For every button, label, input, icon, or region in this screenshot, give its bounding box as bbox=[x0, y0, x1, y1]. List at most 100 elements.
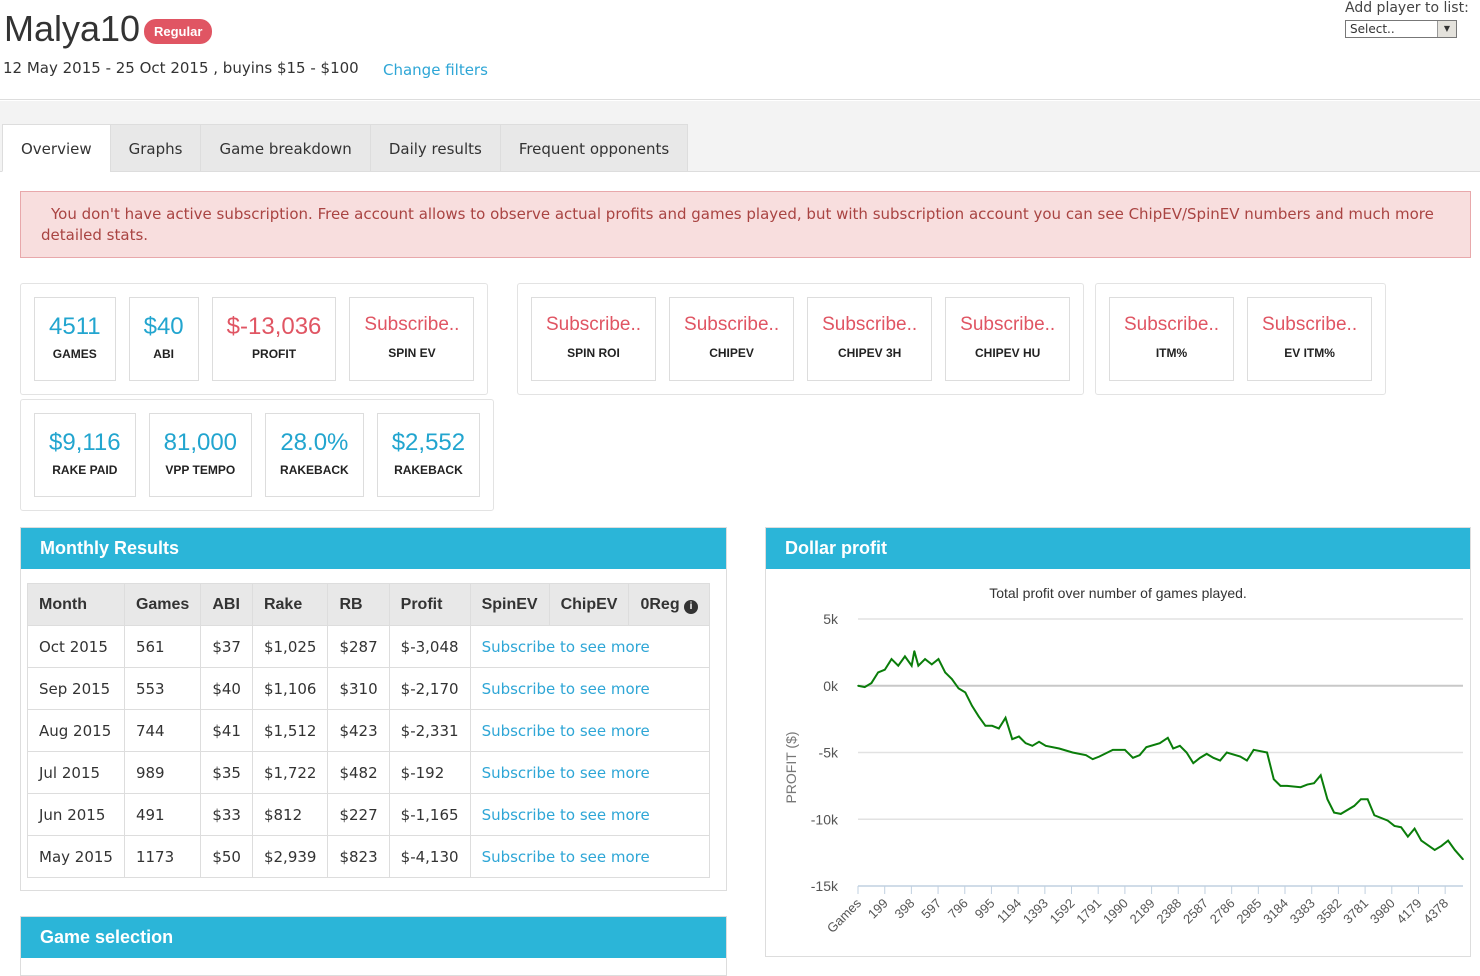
table-cell: $-2,170 bbox=[388, 667, 471, 710]
stat-label: PROFIT bbox=[252, 347, 297, 361]
data-point bbox=[870, 682, 873, 684]
table-cell: $1,512 bbox=[251, 709, 329, 752]
column-header: Month bbox=[27, 583, 125, 626]
data-point bbox=[1340, 813, 1342, 815]
stat-value: 4511 bbox=[49, 313, 101, 340]
x-tick-label: Games bbox=[824, 895, 865, 936]
column-label: 0Reg bbox=[640, 595, 680, 613]
change-filters-link[interactable]: Change filters bbox=[383, 61, 488, 79]
table-cell: $-192 bbox=[388, 751, 471, 794]
data-point bbox=[1360, 798, 1362, 801]
tab-graphs[interactable]: Graphs bbox=[109, 124, 202, 172]
stat-card: 81,000 VPP TEMPO bbox=[148, 413, 253, 497]
data-point bbox=[1199, 757, 1201, 759]
stat-value: Subscribe.. bbox=[960, 314, 1056, 335]
data-point bbox=[1386, 819, 1389, 822]
column-label: RB bbox=[339, 595, 363, 613]
data-point bbox=[924, 658, 926, 660]
column-header: ABI bbox=[200, 583, 253, 626]
data-point bbox=[944, 671, 946, 674]
data-point bbox=[1272, 778, 1275, 780]
data-point bbox=[1454, 849, 1456, 851]
x-tick-label: 1592 bbox=[1047, 896, 1078, 927]
data-point bbox=[1333, 811, 1335, 814]
table-cell: $-3,048 bbox=[388, 625, 471, 668]
subscribe-link[interactable]: Subscribe to see more bbox=[469, 709, 711, 752]
column-header: RB bbox=[327, 583, 390, 626]
chevron-down-icon[interactable]: ▼ bbox=[1437, 21, 1456, 37]
tab-overview[interactable]: Overview bbox=[2, 124, 111, 172]
subscribe-link[interactable]: Subscribe to see more bbox=[469, 751, 711, 794]
stat-card[interactable]: Subscribe.. ITM% bbox=[1109, 297, 1235, 381]
info-circle-icon[interactable]: i bbox=[684, 599, 699, 614]
subscribe-link[interactable]: Subscribe to see more bbox=[469, 667, 711, 710]
subscribe-link[interactable]: Subscribe to see more bbox=[469, 835, 711, 878]
data-point bbox=[1124, 749, 1126, 751]
x-tick-label: 199 bbox=[865, 896, 891, 922]
table-cell: $50 bbox=[200, 835, 253, 878]
x-tick-label: 3781 bbox=[1340, 896, 1371, 927]
stat-card: $-13,036 PROFIT bbox=[211, 297, 337, 381]
stat-card[interactable]: Subscribe.. CHIPEV 3H bbox=[807, 297, 933, 381]
add-player-select[interactable]: Select.. ▼ bbox=[1345, 20, 1457, 38]
table-cell: $2,939 bbox=[251, 835, 329, 878]
data-point bbox=[1205, 753, 1208, 755]
stat-value: Subscribe.. bbox=[684, 314, 780, 335]
table-row: Aug 2015 744 $41 $1,512 $423 $-2,331 Subscribe… bbox=[27, 709, 711, 752]
stat-card[interactable]: Subscribe.. SPIN ROI bbox=[531, 297, 657, 381]
x-tick-label: 3582 bbox=[1313, 896, 1344, 927]
subscribe-link[interactable]: Subscribe to see more bbox=[469, 793, 711, 836]
x-tick-label: 2189 bbox=[1127, 896, 1158, 927]
column-label: Games bbox=[135, 595, 190, 613]
stats-group: Subscribe.. ITM% Subscribe.. EV ITM% bbox=[1095, 283, 1387, 395]
x-tick-label: 597 bbox=[918, 896, 944, 922]
table-cell: Sep 2015 bbox=[27, 667, 125, 710]
data-point bbox=[1353, 805, 1356, 807]
table-cell: May 2015 bbox=[27, 835, 125, 878]
stat-card: 28.0% RAKEBACK bbox=[265, 413, 364, 497]
stat-card[interactable]: Subscribe.. EV ITM% bbox=[1247, 297, 1373, 381]
tab-daily-results[interactable]: Daily results bbox=[369, 124, 501, 172]
subscribe-link[interactable]: Subscribe to see more bbox=[469, 625, 711, 668]
stat-card[interactable]: Subscribe.. CHIPEV bbox=[669, 297, 795, 381]
stat-card[interactable]: Subscribe.. CHIPEV HU bbox=[945, 297, 1071, 381]
data-point bbox=[1313, 782, 1315, 785]
data-point bbox=[1299, 786, 1302, 789]
stats-group: $9,116 RAKE PAID 81,000 VPP TEMPO 28.0% RAKEB… bbox=[20, 399, 495, 511]
table-cell: $33 bbox=[200, 793, 253, 836]
data-point bbox=[1440, 845, 1443, 847]
table-cell: $37 bbox=[200, 625, 253, 668]
data-point bbox=[1279, 785, 1282, 787]
stat-label: RAKE PAID bbox=[52, 463, 118, 477]
column-label: ABI bbox=[212, 595, 240, 613]
data-point bbox=[984, 725, 987, 727]
data-point bbox=[1138, 754, 1141, 756]
data-point bbox=[1098, 755, 1101, 758]
table-cell: $812 bbox=[251, 793, 329, 836]
column-label: Month bbox=[39, 595, 87, 613]
data-point bbox=[1252, 749, 1255, 751]
stats-group: 4511 GAMES $40 ABI $-13,036 PROFIT Subscribe..… bbox=[20, 283, 489, 395]
stat-value: 28.0% bbox=[280, 429, 349, 456]
stat-card[interactable]: Subscribe.. SPIN EV bbox=[349, 297, 475, 381]
data-point bbox=[964, 691, 967, 694]
table-cell: Jun 2015 bbox=[27, 793, 125, 836]
table-cell: $-1,165 bbox=[388, 793, 471, 836]
table-row: May 2015 1173 $50 $2,939 $823 $-4,130 Subscrib… bbox=[27, 835, 711, 878]
stat-value: Subscribe.. bbox=[364, 314, 460, 335]
tab-frequent-opponents[interactable]: Frequent opponents bbox=[499, 124, 689, 172]
stat-value: $40 bbox=[143, 313, 184, 340]
data-point bbox=[1024, 742, 1027, 744]
data-point bbox=[877, 671, 879, 674]
stat-label: CHIPEV bbox=[709, 346, 754, 360]
data-point bbox=[1167, 737, 1169, 739]
data-point bbox=[1226, 751, 1228, 754]
player-name: Malya10 bbox=[4, 8, 141, 49]
add-player-label: Add player to list: bbox=[1345, 0, 1469, 16]
tab-game-breakdown[interactable]: Game breakdown bbox=[200, 124, 371, 172]
stat-label: GAMES bbox=[52, 347, 97, 361]
select-value: Select.. bbox=[1350, 22, 1395, 36]
filter-summary: 12 May 2015 - 25 Oct 2015 , buyins $15 -… bbox=[3, 59, 359, 77]
data-point bbox=[1266, 751, 1268, 754]
column-header: Games bbox=[123, 583, 202, 626]
